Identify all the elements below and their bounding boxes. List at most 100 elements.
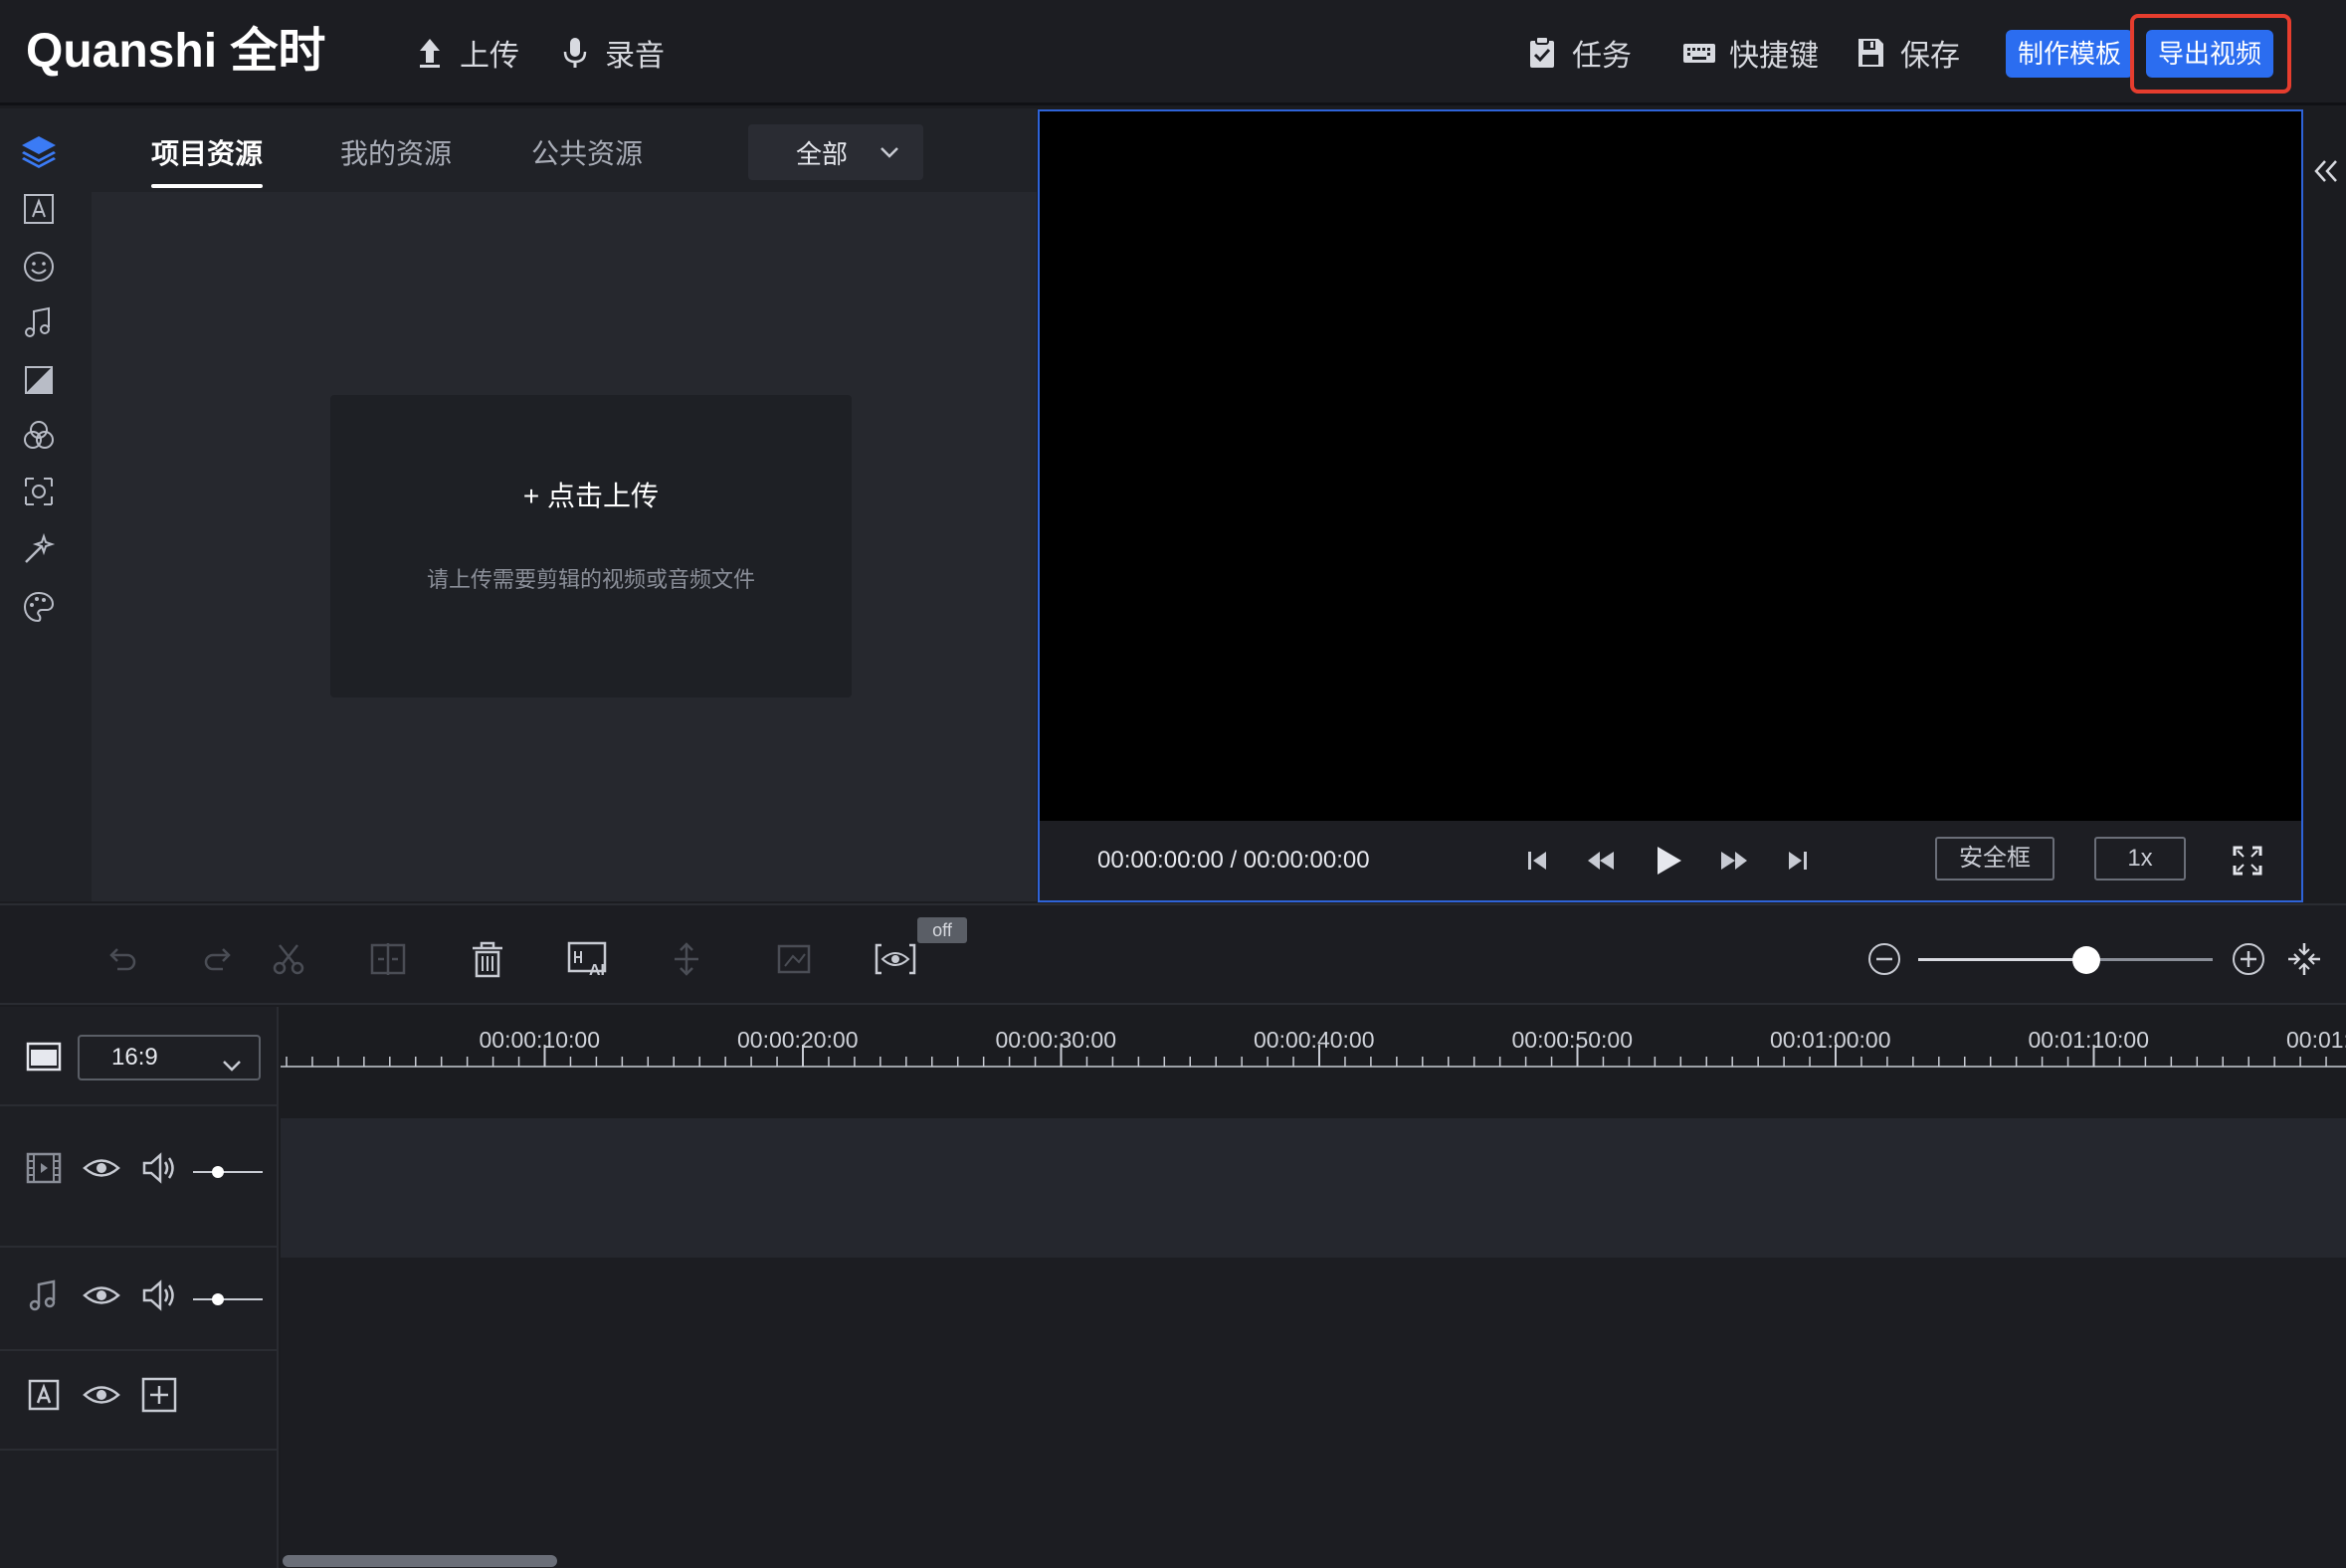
eye-icon: [83, 1386, 120, 1404]
video-track-lane[interactable]: [281, 1118, 2346, 1258]
skip-start-icon: [1528, 852, 1546, 870]
zoom-slider-fill: [1918, 958, 2086, 961]
ruler-tick-label: 00:01:00:00: [1770, 1027, 1891, 1053]
play-button[interactable]: [1651, 843, 1686, 879]
rail-item-effects[interactable]: [18, 415, 60, 457]
audio-track-visibility-toggle[interactable]: [82, 1275, 121, 1315]
video-track-icon: [24, 1148, 64, 1188]
rail-item-filter[interactable]: [18, 359, 60, 401]
playback-speed-button[interactable]: 1x: [2094, 837, 2186, 881]
step-back-icon: [1588, 852, 1614, 870]
audio-track-mute-toggle[interactable]: [139, 1275, 179, 1315]
record-label: 录音: [605, 40, 665, 73]
tasks-button[interactable]: 任务: [1524, 30, 1632, 76]
video-preview[interactable]: 00:00:00:00 / 00:00:00:00 安全框 1x: [1038, 109, 2303, 902]
video-track-volume-slider[interactable]: [193, 1171, 263, 1173]
app-logo: Quanshi 全时: [26, 25, 326, 78]
palette-icon: [23, 591, 55, 623]
ruler-tick-label: 00:00:40:00: [1254, 1027, 1375, 1053]
upload-dropzone-title: + 点击上传: [522, 481, 660, 511]
plus-box-icon: [141, 1377, 177, 1413]
ruler-tick-label: 00:00:20:00: [737, 1027, 859, 1053]
tab-my-resources[interactable]: 我的资源: [340, 132, 452, 172]
zoom-slider-knob[interactable]: [2071, 946, 2100, 974]
audio-text-track-lanes[interactable]: [281, 1258, 2346, 1552]
upload-icon: [412, 35, 448, 71]
video-track-volume-knob[interactable]: [211, 1166, 224, 1178]
fit-timeline-button[interactable]: [2282, 937, 2326, 981]
music-icon: [29, 1279, 56, 1311]
delete-button[interactable]: [466, 937, 509, 981]
zoom-in-button[interactable]: [2227, 937, 2270, 981]
freeze-frame-button[interactable]: [665, 937, 708, 981]
video-track-visibility-toggle[interactable]: [82, 1148, 121, 1188]
zoom-out-button[interactable]: [1862, 937, 1906, 981]
skip-to-end-button[interactable]: [1780, 843, 1816, 879]
rail-item-text[interactable]: [18, 188, 60, 230]
aspect-ratio-select[interactable]: 16:9: [78, 1035, 261, 1080]
clipboard-check-icon: [1524, 35, 1560, 71]
shortcuts-button[interactable]: 快捷键: [1681, 30, 1819, 76]
text-track-visibility-toggle[interactable]: [82, 1375, 121, 1415]
screen-icon: [26, 1042, 62, 1072]
resource-filter-select[interactable]: 全部: [748, 124, 923, 180]
tab-public-resources[interactable]: 公共资源: [531, 132, 643, 172]
track-separator: [0, 1449, 279, 1451]
audio-track-icon: [24, 1275, 64, 1315]
edit-toolbar: AI off: [0, 903, 2346, 1005]
ruler-ticks: [281, 1045, 2346, 1068]
zoom-out-icon: [1868, 943, 1900, 975]
track-separator: [0, 1349, 279, 1351]
ruler-tick-label: 00:00:30:00: [995, 1027, 1117, 1053]
track-lock-button[interactable]: [874, 937, 917, 981]
tab-project-resources[interactable]: 项目资源: [151, 132, 263, 172]
rail-item-transition[interactable]: [18, 471, 60, 512]
upload-button[interactable]: 上传: [412, 30, 519, 76]
redo-button[interactable]: [197, 937, 241, 981]
audio-track-volume-slider[interactable]: [193, 1298, 263, 1300]
rail-item-sticker[interactable]: [18, 246, 60, 288]
upload-dropzone[interactable]: + 点击上传 请上传需要剪辑的视频或音频文件: [330, 395, 852, 697]
transition-icon: [25, 478, 53, 505]
zoom-slider[interactable]: [1918, 958, 2213, 961]
save-button[interactable]: 保存: [1853, 30, 1960, 76]
step-forward-button[interactable]: [1716, 843, 1752, 879]
crop-button[interactable]: [772, 937, 816, 981]
eye-icon: [83, 1286, 120, 1304]
skip-to-start-button[interactable]: [1519, 843, 1555, 879]
add-text-track-button[interactable]: [139, 1375, 179, 1415]
scissors-icon: [273, 944, 304, 975]
record-button[interactable]: 录音: [557, 30, 665, 76]
audio-track-volume-knob[interactable]: [211, 1293, 224, 1305]
step-back-button[interactable]: [1583, 843, 1619, 879]
fullscreen-button[interactable]: [2230, 843, 2265, 879]
undo-button[interactable]: [99, 937, 143, 981]
canvas-ratio-toggle[interactable]: [24, 1037, 64, 1077]
safe-frame-button[interactable]: 安全框: [1935, 837, 2054, 881]
rail-item-resources[interactable]: [18, 130, 60, 172]
shortcuts-label: 快捷键: [1729, 40, 1819, 73]
save-icon: [1853, 35, 1888, 71]
make-template-button[interactable]: 制作模板: [2006, 30, 2134, 78]
scrollbar-thumb[interactable]: [283, 1555, 557, 1567]
preview-controls: 00:00:00:00 / 00:00:00:00 安全框 1x: [1040, 821, 2301, 900]
tool-rail: [0, 108, 92, 901]
collapse-panel-button[interactable]: [2310, 151, 2342, 191]
ai-subtitle-button[interactable]: AI: [567, 937, 611, 981]
cut-button[interactable]: [267, 937, 310, 981]
timeline-horizontal-scrollbar[interactable]: [281, 1552, 2346, 1568]
filter-icon: [25, 366, 53, 394]
film-icon: [26, 1152, 62, 1184]
video-track-mute-toggle[interactable]: [139, 1148, 179, 1188]
rail-item-palette[interactable]: [18, 586, 60, 628]
svg-text:AI: AI: [589, 962, 605, 979]
eye-icon: [83, 1159, 120, 1177]
timeline-ruler[interactable]: 00:00:10:00 00:00:20:00 00:00:30:00 00:00:4…: [281, 1007, 2346, 1118]
filter-value: 全部: [796, 138, 849, 169]
speaker-icon: [142, 1279, 174, 1311]
fullscreen-icon: [2233, 846, 2262, 876]
rail-item-music[interactable]: [18, 301, 60, 343]
split-button[interactable]: [366, 937, 410, 981]
rail-item-magic[interactable]: [18, 528, 60, 570]
active-tab-underline: [151, 184, 263, 188]
